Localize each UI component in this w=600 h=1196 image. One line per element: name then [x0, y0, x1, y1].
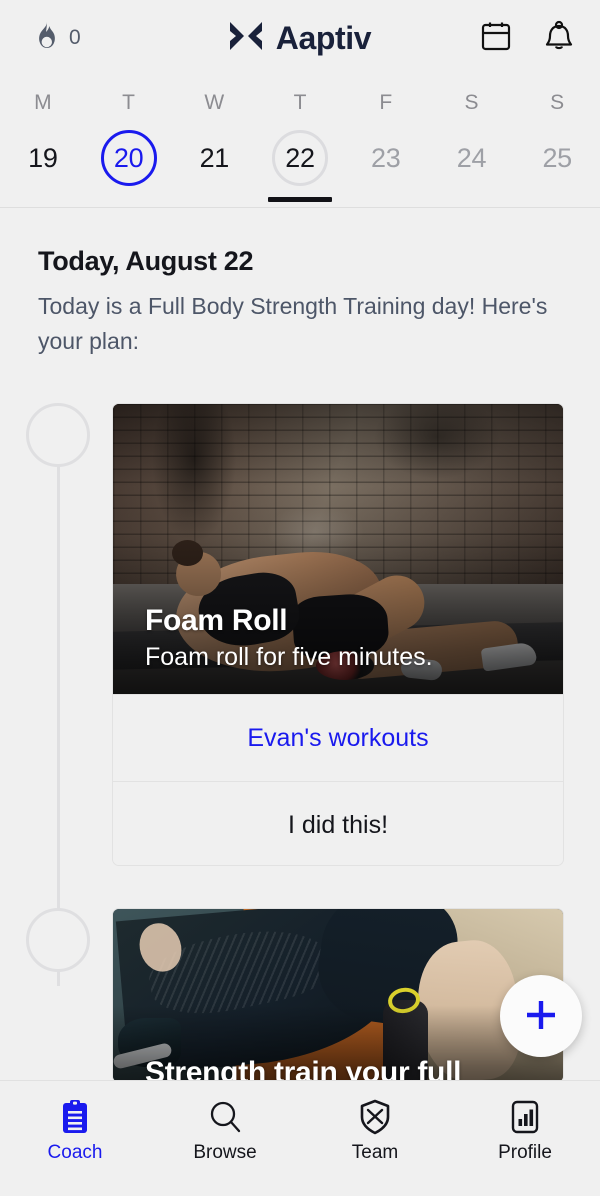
evans-workouts-link[interactable]: Evan's workouts — [113, 694, 563, 781]
date-number: 19 — [28, 142, 58, 173]
workout-title: Foam Roll — [145, 604, 288, 637]
tab-profile[interactable]: Profile — [450, 1081, 600, 1196]
bell-icon[interactable] — [544, 20, 574, 57]
i-did-this-button[interactable]: I did this! — [113, 781, 563, 865]
day-initial: M — [34, 91, 52, 114]
workout-photo-caption: Strength train your full — [145, 1056, 543, 1083]
top-bar: 0 Aaptiv — [0, 0, 600, 76]
add-workout-fab[interactable] — [500, 975, 582, 1057]
day-initial: W — [204, 91, 225, 114]
clipboard-icon — [60, 1095, 90, 1135]
timeline-node-1 — [26, 403, 90, 467]
page-title: Today, August 22 — [38, 246, 254, 276]
timeline-node-2 — [26, 908, 90, 972]
app-root: 0 Aaptiv M T W T F S S 19 20 21 22 23 24… — [0, 0, 600, 1196]
bottom-tab-bar: Coach Browse Team Profile — [0, 1080, 600, 1196]
aaptiv-x-logo-icon — [229, 20, 263, 57]
workout-title: Strength train your full — [145, 1056, 462, 1083]
date-cell-19[interactable]: 19 — [0, 120, 86, 196]
day-of-month-row: 19 20 21 22 23 24 25 — [0, 120, 600, 202]
workout-card-strength-train[interactable]: Strength train your full — [112, 908, 564, 1083]
top-bar-actions — [480, 20, 574, 57]
brand-name: Aaptiv — [275, 19, 372, 56]
day-initial: S — [464, 91, 479, 114]
plus-icon — [522, 996, 560, 1037]
day-initial: T — [122, 91, 135, 114]
tab-label: Profile — [498, 1142, 552, 1163]
tab-label: Browse — [193, 1142, 257, 1163]
date-number: 21 — [199, 142, 230, 173]
tab-team[interactable]: Team — [300, 1081, 450, 1196]
tab-coach[interactable]: Coach — [0, 1081, 150, 1196]
date-number: 23 — [371, 142, 401, 173]
date-cell-21[interactable]: 21 — [171, 120, 257, 196]
date-cell-24[interactable]: 24 — [429, 120, 515, 196]
date-cell-25[interactable]: 25 — [514, 120, 600, 196]
workout-photo-strength-train: Strength train your full — [113, 909, 563, 1083]
date-number: 24 — [456, 142, 487, 173]
date-cell-23[interactable]: 23 — [343, 120, 429, 196]
page-subtitle: Today is a Full Body Strength Training d… — [38, 293, 548, 354]
today-heading-block: Today, August 22 Today is a Full Body St… — [38, 246, 578, 358]
date-cell-22-selected[interactable]: 22 — [257, 120, 343, 202]
date-strip: M T W T F S S 19 20 21 22 23 24 25 — [0, 76, 600, 208]
day-initial: F — [379, 91, 393, 114]
search-icon — [208, 1095, 242, 1135]
tab-browse[interactable]: Browse — [150, 1081, 300, 1196]
tab-label: Coach — [47, 1142, 103, 1163]
day-of-week-row: M T W T F S S — [0, 88, 600, 118]
workout-photo-caption: Foam Roll Foam roll for five minutes. — [145, 604, 543, 672]
workout-photo-foam-roll: Foam Roll Foam roll for five minutes. — [113, 404, 563, 694]
calendar-icon[interactable] — [480, 20, 512, 57]
workout-card-foam-roll[interactable]: Foam Roll Foam roll for five minutes. Ev… — [112, 403, 564, 866]
date-cell-20[interactable]: 20 — [86, 120, 172, 196]
tab-label: Team — [351, 1142, 399, 1163]
date-number: 25 — [542, 142, 572, 173]
date-number: 20 — [113, 142, 144, 173]
shield-x-icon — [359, 1095, 391, 1135]
day-initial: T — [293, 91, 307, 114]
selected-day-underline — [268, 197, 333, 202]
bar-chart-icon — [509, 1095, 541, 1135]
day-initial: S — [550, 91, 565, 114]
date-number: 22 — [285, 142, 315, 173]
workout-subtitle: Foam roll for five minutes. — [145, 643, 433, 671]
